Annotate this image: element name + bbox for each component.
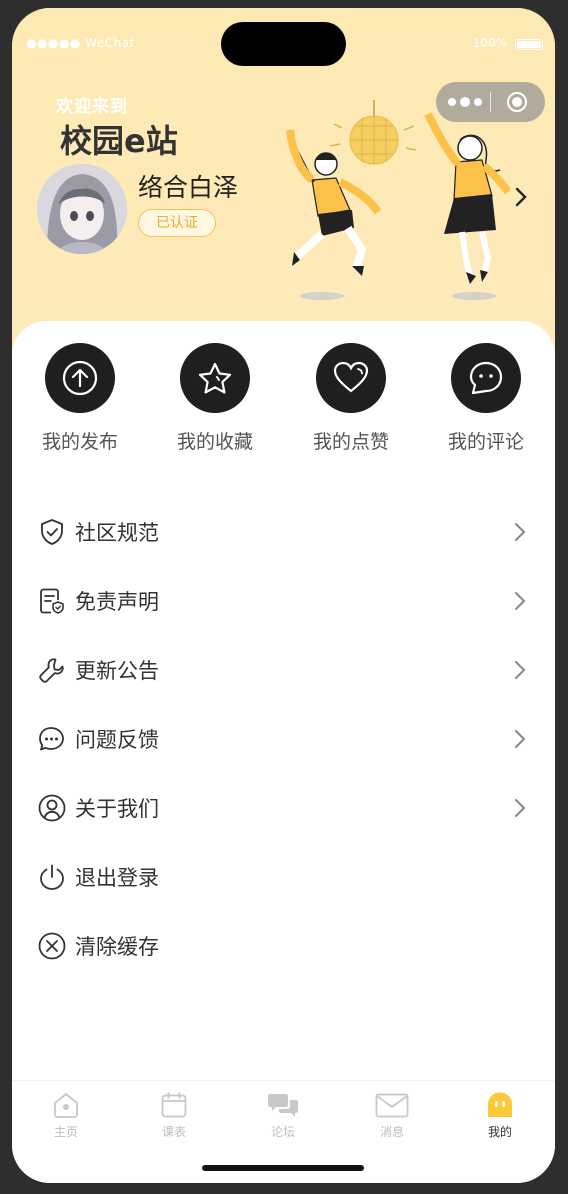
tab-label: 我的: [487, 1125, 512, 1139]
menu-item-label: 清除缓存: [75, 935, 159, 959]
tab-messages[interactable]: 消息: [338, 1089, 446, 1140]
quick-action-label: 我的点赞: [312, 431, 389, 453]
feedback-bubble-icon: [39, 727, 64, 751]
close-miniprogram-icon[interactable]: [507, 92, 527, 112]
calendar-icon: [120, 1089, 228, 1121]
avatar[interactable]: [37, 164, 127, 254]
battery-icon: [515, 39, 543, 50]
star-icon: [180, 343, 250, 413]
camera-notch: [221, 22, 346, 66]
chevron-right-icon: [515, 661, 526, 679]
quick-action-my-posts[interactable]: 我的发布: [20, 343, 140, 454]
dancing-people-illustration: [286, 100, 510, 300]
home-icon: [12, 1089, 120, 1121]
menu-item-feedback[interactable]: 问题反馈: [12, 708, 555, 768]
heart-icon: [316, 343, 386, 413]
menu-item-label: 问题反馈: [75, 728, 159, 752]
menu-item-logout[interactable]: 退出登录: [12, 846, 555, 906]
wrench-icon: [39, 658, 64, 683]
tab-label: 课表: [161, 1125, 186, 1139]
chevron-right-icon: [515, 730, 526, 748]
menu-item-label: 退出登录: [75, 866, 159, 890]
menu-item-update-notes[interactable]: 更新公告: [12, 639, 555, 699]
tab-label: 论坛: [270, 1125, 295, 1139]
tab-forum[interactable]: 论坛: [229, 1089, 337, 1140]
battery-percent: 100%: [472, 36, 507, 50]
quick-action-label: 我的评论: [447, 431, 524, 453]
tab-home[interactable]: 主页: [12, 1089, 120, 1140]
tab-label: 主页: [53, 1125, 78, 1139]
chevron-right-icon: [515, 592, 526, 610]
mail-icon: [338, 1089, 446, 1121]
tab-schedule[interactable]: 课表: [120, 1089, 228, 1140]
quick-action-my-comments[interactable]: 我的评论: [426, 343, 546, 454]
menu-item-clear-cache[interactable]: 清除缓存: [12, 915, 555, 975]
username: 络合白泽: [138, 173, 239, 202]
menu-item-disclaimer[interactable]: 免责声明: [12, 570, 555, 630]
quick-action-label: 我的发布: [41, 431, 118, 453]
shield-check-icon: [41, 519, 63, 545]
chevron-right-icon: [515, 799, 526, 817]
close-circle-icon: [38, 932, 66, 960]
tab-label: 消息: [379, 1125, 404, 1139]
menu-item-community-rules[interactable]: 社区规范: [12, 501, 555, 561]
profile-ghost-icon: [446, 1089, 554, 1121]
phone-screen: ●●●●● WeChat 100% 欢迎来到 校园e站 络合白泽 已认证 我的发…: [12, 8, 555, 1183]
menu-item-label: 免责声明: [75, 590, 159, 614]
forum-icon: [229, 1089, 337, 1121]
carrier-label: ●●●●● WeChat: [26, 36, 135, 50]
verified-badge: 已认证: [138, 209, 216, 237]
app-title: 校园e站: [60, 122, 178, 160]
home-indicator: [202, 1165, 364, 1171]
chat-bubble-icon: [451, 343, 521, 413]
quick-action-label: 我的收藏: [176, 431, 253, 453]
welcome-text: 欢迎来到: [56, 97, 128, 117]
quick-action-my-likes[interactable]: 我的点赞: [291, 343, 411, 454]
tab-profile[interactable]: 我的: [446, 1089, 554, 1140]
menu-item-label: 关于我们: [75, 797, 159, 821]
upload-arrow-icon: [45, 343, 115, 413]
document-shield-icon: [40, 588, 64, 614]
power-icon: [40, 864, 64, 890]
profile-chevron-icon[interactable]: [512, 186, 530, 208]
avatar-image: [37, 164, 127, 254]
menu-item-label: 社区规范: [75, 521, 159, 545]
content-card: 我的发布 我的收藏 我的点赞 我的评论 社区规范 免责声明 更新公告 问题反馈 …: [12, 321, 555, 1101]
user-circle-icon: [38, 794, 66, 822]
quick-action-my-favorites[interactable]: 我的收藏: [155, 343, 275, 454]
menu-item-about-us[interactable]: 关于我们: [12, 777, 555, 837]
menu-item-label: 更新公告: [75, 659, 159, 683]
chevron-right-icon: [515, 523, 526, 541]
